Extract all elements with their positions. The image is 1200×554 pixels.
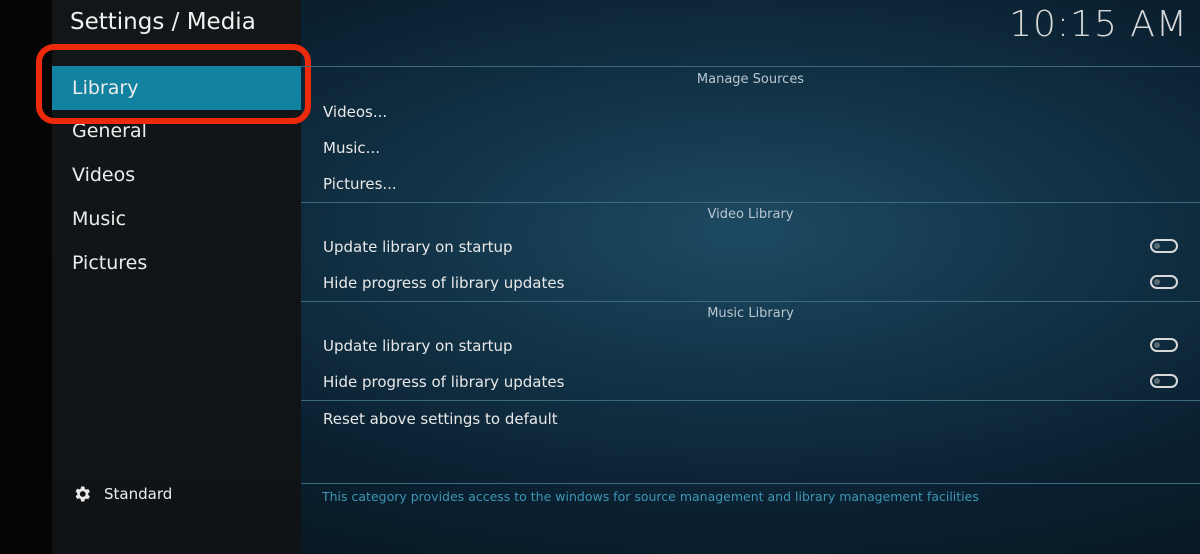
source-item-pictures[interactable]: Pictures... <box>301 167 1200 201</box>
source-item-videos[interactable]: Videos... <box>301 95 1200 129</box>
video-update-on-startup-row[interactable]: Update library on startup <box>301 230 1200 264</box>
sidebar-item-videos[interactable]: Videos <box>72 164 135 186</box>
page-title: Settings / Media <box>70 9 256 35</box>
divider <box>301 202 1200 203</box>
music-hide-progress-toggle[interactable] <box>1150 374 1178 388</box>
reset-defaults-button[interactable]: Reset above settings to default <box>301 402 1200 436</box>
clock: 10:15 AM <box>1009 4 1188 45</box>
sidebar-item-pictures[interactable]: Pictures <box>72 252 147 274</box>
music-hide-progress-row[interactable]: Hide progress of library updates <box>301 365 1200 399</box>
settings-level-label: Standard <box>104 485 173 503</box>
divider <box>301 483 1200 484</box>
source-item-music[interactable]: Music... <box>301 131 1200 165</box>
category-description: This category provides access to the win… <box>322 489 979 504</box>
section-heading-video-library: Video Library <box>707 207 794 222</box>
divider <box>301 400 1200 401</box>
setting-label: Hide progress of library updates <box>323 373 565 391</box>
setting-label: Hide progress of library updates <box>323 274 565 292</box>
gear-icon <box>75 486 90 502</box>
setting-label: Update library on startup <box>323 337 513 355</box>
video-update-on-startup-toggle[interactable] <box>1150 239 1178 253</box>
sidebar-item-music[interactable]: Music <box>72 208 126 230</box>
music-update-on-startup-row[interactable]: Update library on startup <box>301 329 1200 363</box>
music-update-on-startup-toggle[interactable] <box>1150 338 1178 352</box>
section-heading-manage-sources: Manage Sources <box>696 72 805 87</box>
settings-level-button[interactable]: Standard <box>72 484 172 504</box>
video-hide-progress-row[interactable]: Hide progress of library updates <box>301 266 1200 300</box>
annotation-highlight <box>36 44 311 124</box>
setting-label: Update library on startup <box>323 238 513 256</box>
section-heading-music-library: Music Library <box>707 306 794 321</box>
video-hide-progress-toggle[interactable] <box>1150 275 1178 289</box>
divider <box>301 301 1200 302</box>
divider <box>301 66 1200 67</box>
